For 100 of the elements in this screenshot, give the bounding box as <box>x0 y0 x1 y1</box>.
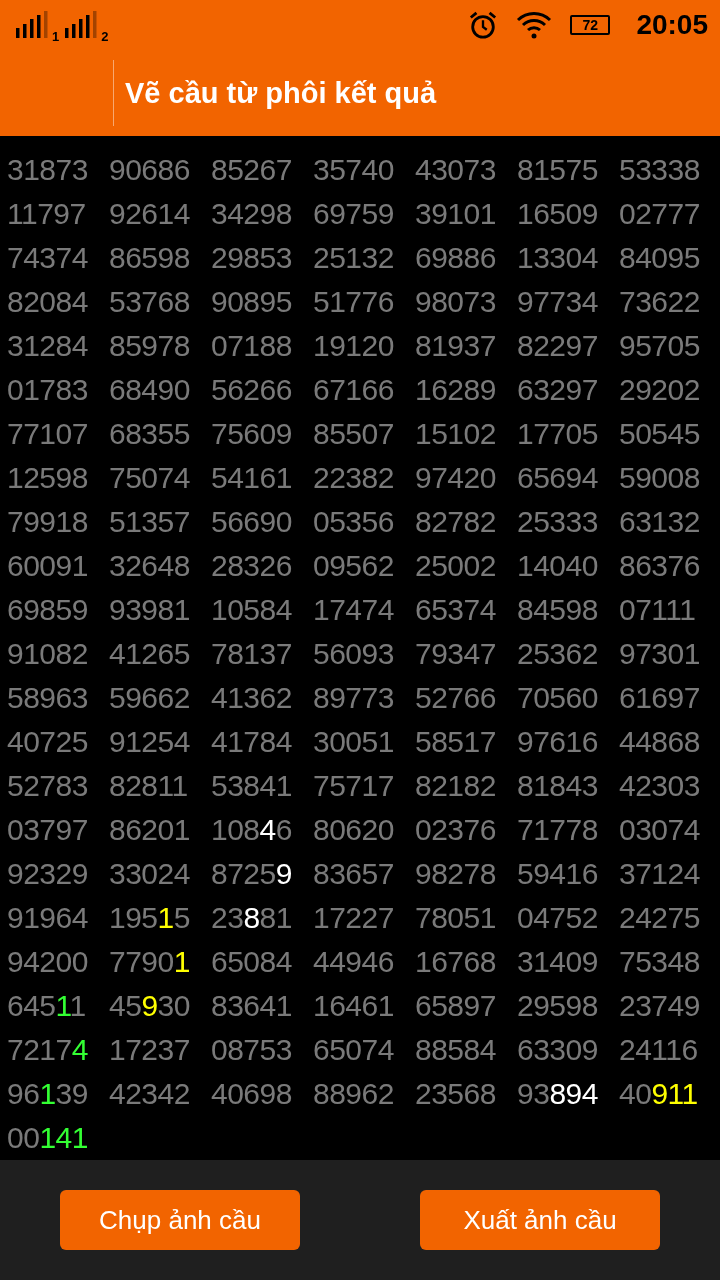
number-cell-text: 51776 <box>313 284 394 321</box>
number-cell-text: 24116 <box>619 1032 698 1069</box>
number-cell-text: 92614 <box>109 196 190 233</box>
number-cell-text: 69759 <box>313 196 394 233</box>
number-cell-text: 24275 <box>619 900 700 937</box>
number-cell-text: 75609 <box>211 416 292 453</box>
number-cell-text: 56266 <box>211 372 292 409</box>
number-cell-text: 33024 <box>109 856 190 893</box>
number-cell-text: 77901 <box>109 944 190 981</box>
number-cell-text: 67166 <box>313 372 394 409</box>
number-cell-text: 86201 <box>109 812 190 849</box>
number-cell-text: 23881 <box>211 900 292 937</box>
number-cell-text: 97420 <box>415 460 496 497</box>
number-cell-text: 16768 <box>415 944 496 981</box>
number-cell-text: 71778 <box>517 812 598 849</box>
signal-icon <box>63 10 98 40</box>
number-cell-text: 79918 <box>7 504 88 541</box>
number-cell-text: 35740 <box>313 152 394 189</box>
number-cell-text: 25362 <box>517 636 598 673</box>
number-cell-text: 88962 <box>313 1076 394 1113</box>
number-cell-text: 82811 <box>109 768 188 805</box>
number-cell-text: 83657 <box>313 856 394 893</box>
number-cell-text: 63309 <box>517 1032 598 1069</box>
number-cell-text: 88584 <box>415 1032 496 1069</box>
number-cell-text: 64511 <box>7 988 86 1025</box>
number-cell-text: 56093 <box>313 636 394 673</box>
number-cell-text: 19515 <box>109 900 190 937</box>
number-cell-text: 87259 <box>211 856 292 893</box>
number-cell-text: 80620 <box>313 812 394 849</box>
number-cell-text: 29202 <box>619 372 700 409</box>
number-cell-text: 85978 <box>109 328 190 365</box>
number-cell-text: 42303 <box>619 768 700 805</box>
number-cell-text: 72174 <box>7 1032 88 1069</box>
number-cell-text: 68490 <box>109 372 190 409</box>
number-cell-text: 03797 <box>7 812 88 849</box>
number-cell-text: 65074 <box>313 1032 394 1069</box>
number-cell-text: 84095 <box>619 240 700 277</box>
number-cell-text: 70560 <box>517 680 598 717</box>
number-cell-text: 25132 <box>313 240 394 277</box>
number-cell-text: 61697 <box>619 680 700 717</box>
number-cell-text: 17474 <box>313 592 394 629</box>
number-cell-text: 82182 <box>415 768 496 805</box>
number-cell-text: 56690 <box>211 504 292 541</box>
number-cell-text: 16509 <box>517 196 598 233</box>
number-cell-text: 11797 <box>7 196 86 233</box>
action-button[interactable]: Chụp ảnh cầu <box>60 1190 300 1251</box>
number-cell-text: 41784 <box>211 724 292 761</box>
number-cell-text: 37124 <box>619 856 700 893</box>
action-button[interactable]: Xuất ảnh cầu <box>420 1190 660 1251</box>
number-cell-text: 30051 <box>313 724 394 761</box>
number-cell-text: 58963 <box>7 680 88 717</box>
number-cell-text: 90686 <box>109 152 190 189</box>
number-cell-text: 75074 <box>109 460 190 497</box>
number-cell-text: 86376 <box>619 548 700 585</box>
number-cell-text: 00141 <box>7 1120 88 1157</box>
number-cell-text: 63297 <box>517 372 598 409</box>
number-cell-text: 40698 <box>211 1076 292 1113</box>
number-cell-text: 59008 <box>619 460 700 497</box>
number-cell-text: 79347 <box>415 636 496 673</box>
sim-number: 1 <box>52 29 60 44</box>
number-cell-text: 95705 <box>619 328 700 365</box>
number-cell-text: 83641 <box>211 988 292 1025</box>
number-cell-text: 94200 <box>7 944 88 981</box>
number-cell-text: 93894 <box>517 1076 598 1113</box>
number-cell-text: 03074 <box>619 812 700 849</box>
alarm-icon <box>468 10 499 40</box>
number-cell-text: 92329 <box>7 856 88 893</box>
number-cell-text: 59416 <box>517 856 598 893</box>
number-cell-text: 10846 <box>211 812 292 849</box>
number-cell-text: 65694 <box>517 460 598 497</box>
number-cell-text: 01783 <box>7 372 88 409</box>
screen-title: Vẽ cầu từ phôi kết quả <box>125 76 437 110</box>
clock-time: 20:05 <box>636 9 708 41</box>
number-cell-text: 52783 <box>7 768 88 805</box>
number-cell-text: 23568 <box>415 1076 496 1113</box>
number-cell-text: 65897 <box>415 988 496 1025</box>
number-cell-text: 31873 <box>7 152 88 189</box>
number-cell-text: 81843 <box>517 768 598 805</box>
number-cell-text: 10584 <box>211 592 292 629</box>
number-cell-text: 17705 <box>517 416 598 453</box>
number-cell-text: 31409 <box>517 944 598 981</box>
number-cell-text: 53841 <box>211 768 292 805</box>
number-cell-text: 77107 <box>7 416 88 453</box>
number-cell-text: 65374 <box>415 592 496 629</box>
number-cell-text: 82782 <box>415 504 496 541</box>
number-cell-text: 39101 <box>415 196 496 233</box>
number-cell-text: 78137 <box>211 636 292 673</box>
number-cell-text: 12598 <box>7 460 88 497</box>
number-cell-text: 68355 <box>109 416 190 453</box>
number-cell-text: 43073 <box>415 152 496 189</box>
number-cell-text: 29598 <box>517 988 598 1025</box>
number-cell-text: 98278 <box>415 856 496 893</box>
number-cell-text: 09562 <box>313 548 394 585</box>
number-cell-text: 02777 <box>619 196 700 233</box>
number-cell-text: 51357 <box>109 504 190 541</box>
number-cell-text: 17227 <box>313 900 394 937</box>
number-cell-text: 45930 <box>109 988 190 1025</box>
number-cell-text: 40725 <box>7 724 88 761</box>
number-cell-text: 85507 <box>313 416 394 453</box>
number-cell-text: 84598 <box>517 592 598 629</box>
